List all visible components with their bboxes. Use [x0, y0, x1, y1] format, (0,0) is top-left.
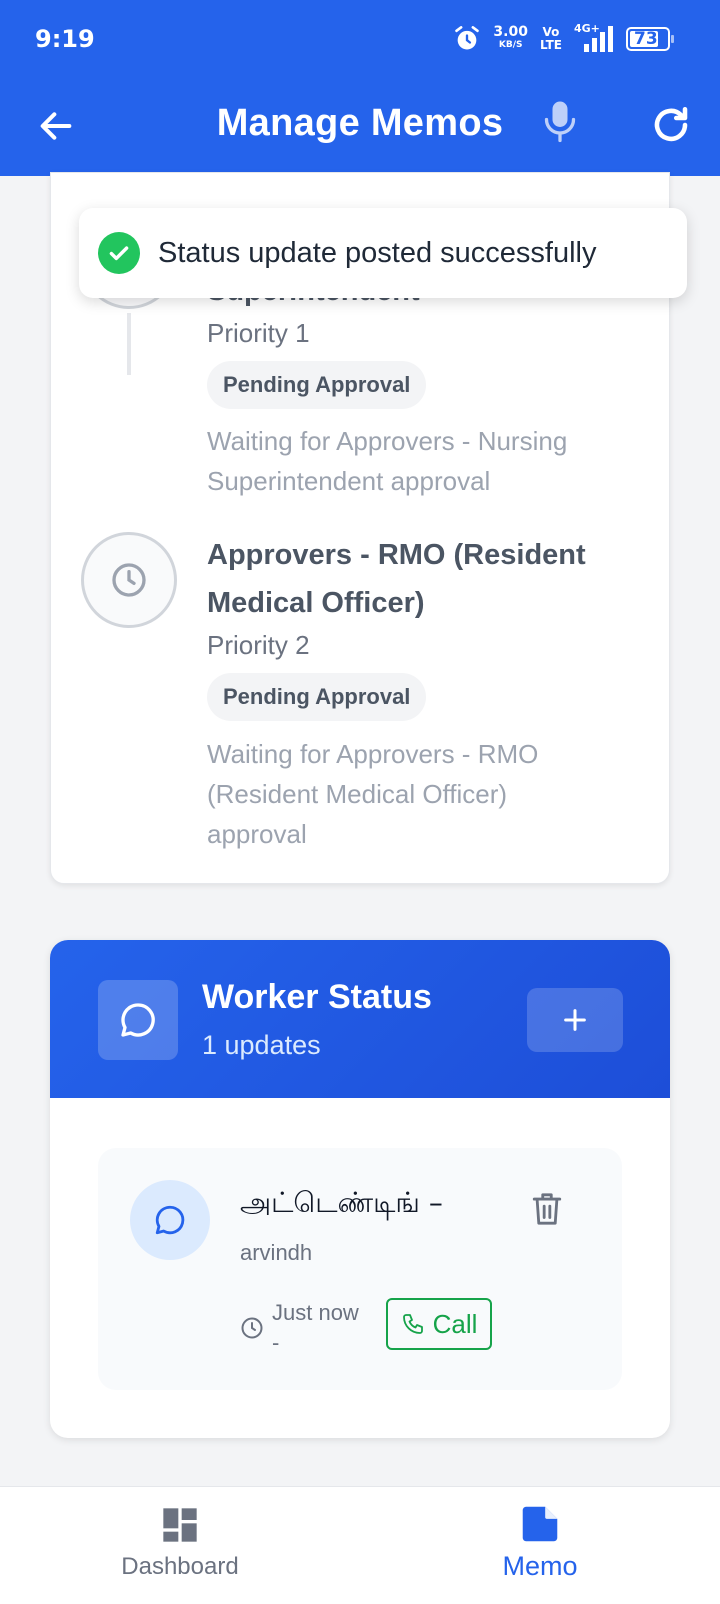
battery-icon: 73 — [626, 27, 674, 51]
volte-bottom: LTE — [539, 38, 562, 52]
app-bar: Manage Memos — [0, 82, 720, 176]
dashboard-icon — [163, 1508, 197, 1542]
plus-icon — [564, 1009, 586, 1031]
call-label: Call — [432, 1308, 478, 1339]
update-time-suffix: - — [272, 1330, 280, 1355]
battery-level: 73 — [634, 29, 658, 49]
status-icons: 3.00 KB/S Vo LTE 4G+ 73 — [453, 22, 674, 54]
net-speed-value: 3.00 — [493, 24, 528, 40]
worker-status-header: Worker Status 1 updates — [50, 940, 670, 1098]
refresh-icon[interactable] — [650, 104, 692, 146]
timeline-connector — [127, 313, 131, 375]
bottom-navigation: Dashboard Memo — [0, 1486, 720, 1604]
success-toast: Status update posted successfully — [79, 208, 687, 298]
update-time: Just now — [272, 1300, 359, 1325]
alarm-icon — [455, 26, 480, 50]
microphone-icon[interactable] — [542, 98, 578, 144]
chat-bubble-icon — [130, 1180, 210, 1260]
nav-label-dashboard: Dashboard — [121, 1553, 239, 1580]
volte-indicator: Vo LTE — [540, 26, 562, 52]
page-title: Manage Memos — [216, 102, 504, 144]
step-note: Waiting for Approvers - Nursing Superint… — [207, 426, 568, 496]
worker-status-title: Worker Status — [202, 978, 432, 1016]
step-note: Waiting for Approvers - RMO (Resident Me… — [207, 739, 539, 849]
status-badge: Pending Approval — [207, 673, 427, 721]
worker-update-item[interactable]: அட்டெண்டிங் – arvindh Just now - Call — [98, 1148, 622, 1390]
check-circle-icon — [98, 232, 140, 274]
update-author: arvindh — [240, 1240, 313, 1265]
nav-item-memo[interactable]: Memo — [488, 1505, 592, 1582]
signal-icon: 4G+ — [574, 22, 614, 54]
clock-icon — [241, 1317, 263, 1339]
step-priority: Priority 2 — [207, 630, 310, 660]
toast-message: Status update posted successfully — [158, 236, 597, 269]
status-time: 9:19 — [35, 25, 95, 53]
phone-icon — [402, 1314, 423, 1334]
call-button[interactable]: Call — [386, 1298, 492, 1350]
nav-item-dashboard[interactable]: Dashboard — [118, 1505, 242, 1581]
net-speed: 3.00 KB/S — [493, 24, 528, 52]
status-bar: 9:19 3.00 KB/S Vo LTE 4G+ 73 — [0, 0, 720, 82]
update-title: அட்டெண்டிங் – — [240, 1186, 443, 1219]
step-priority: Priority 1 — [207, 318, 310, 348]
update-count: 1 updates — [202, 1030, 321, 1060]
update-timestamp: Just now - — [272, 1298, 359, 1358]
worker-status-card: Worker Status 1 updates அட்டெண்டிங் – ar… — [50, 940, 670, 1438]
step-title: Approvers - RMO (Resident Medical Office… — [207, 539, 586, 619]
net-speed-unit: KB/S — [498, 40, 523, 50]
status-badge: Pending Approval — [207, 361, 427, 409]
memo-icon — [522, 1506, 558, 1542]
step-status-circle — [81, 532, 177, 628]
add-update-button[interactable] — [527, 988, 623, 1052]
clock-icon — [112, 563, 146, 597]
nav-label-memo: Memo — [502, 1551, 578, 1581]
trash-icon[interactable] — [530, 1190, 564, 1228]
chat-bubble-icon — [98, 980, 178, 1060]
